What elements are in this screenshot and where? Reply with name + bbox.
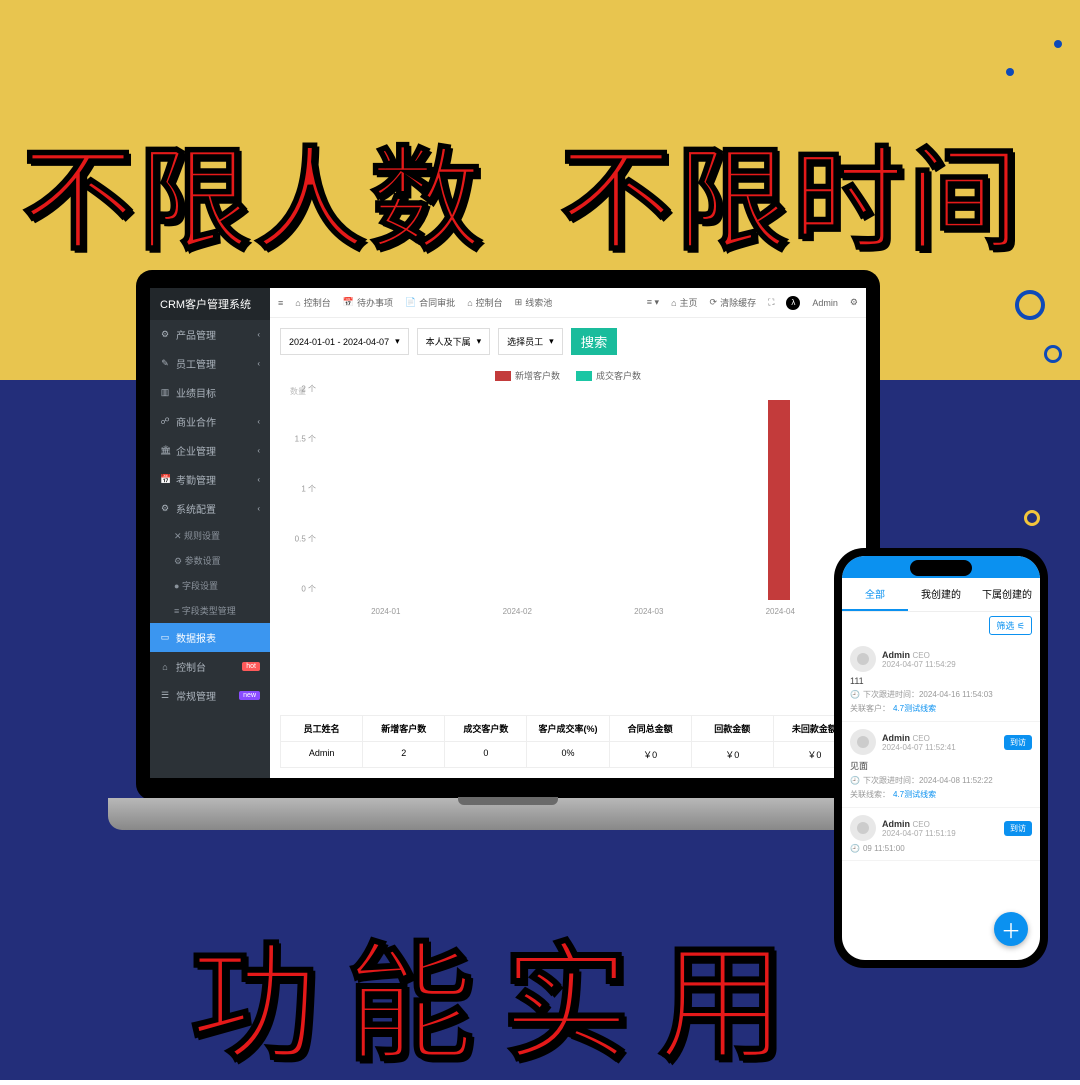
sidebar-item[interactable]: ✎员工管理‹ (150, 349, 270, 378)
deco-circle (1044, 345, 1062, 363)
topbar-item[interactable]: ⌂主页 (671, 296, 697, 309)
sidebar-subitem[interactable]: ⚙ 参数设置 (150, 548, 270, 573)
crm-title: CRM客户管理系统 (150, 288, 270, 320)
sidebar-subitem[interactable]: ● 字段设置 (150, 573, 270, 598)
topbar-item[interactable]: 📄合同审批 (405, 296, 455, 309)
deco-circle (1024, 510, 1040, 526)
sidebar-item[interactable]: ⚙产品管理‹ (150, 320, 270, 349)
badge: hot (242, 662, 260, 671)
menu-icon: 📅 (160, 474, 170, 485)
chevron-down-icon: ▾ (395, 336, 400, 347)
sidebar-item[interactable]: ⚙系统配置‹ (150, 494, 270, 523)
filter-button[interactable]: 筛选 ⚟ (989, 616, 1032, 635)
nav-icon: ⌂ (467, 298, 472, 308)
report-icon: ▭ (160, 632, 170, 643)
mobile-tab[interactable]: 全部 (842, 578, 908, 611)
sidebar-subitem[interactable]: ≡ 字段类型管理 (150, 598, 270, 623)
sidebar-item[interactable]: 🏛企业管理‹ (150, 436, 270, 465)
topbar-item[interactable]: ⌂控制台 (295, 296, 330, 309)
chevron-down-icon: ▾ (549, 336, 554, 347)
followup-card[interactable]: Admin CEO 2024-04-07 11:52:41 到访 见面 🕘下次跟… (842, 722, 1040, 808)
topbar-item[interactable]: ⊞线索池 (515, 296, 553, 309)
sidebar-item-report[interactable]: ▭ 数据报表 (150, 623, 270, 652)
settings-icon[interactable]: ⚙ (850, 297, 858, 308)
date-range-select[interactable]: 2024-01-01 - 2024-04-07▾ (280, 328, 409, 355)
chevron-icon: ‹ (257, 359, 260, 368)
tag-badge: 到访 (1004, 735, 1032, 750)
menu-icon: ✎ (160, 358, 170, 369)
related-link[interactable]: 4.7测试线索 (893, 703, 936, 714)
sidebar-item[interactable]: ☰常规管理new (150, 681, 270, 710)
avatar-icon (850, 815, 876, 841)
chevron-icon: ‹ (257, 330, 260, 339)
avatar-icon (850, 729, 876, 755)
chevron-icon: ‹ (257, 504, 260, 513)
avatar[interactable]: λ (786, 296, 800, 310)
nav-icon: ⌂ (295, 298, 300, 308)
deco-circle (1015, 290, 1045, 320)
menu-icon: ⚙ (160, 329, 170, 340)
laptop-mockup: CRM客户管理系统 ⚙产品管理‹✎员工管理‹▥业绩目标☍商业合作‹🏛企业管理‹📅… (108, 270, 908, 880)
expand-icon[interactable]: ⛶ (768, 297, 774, 308)
sidebar-item[interactable]: ⌂控制台hot (150, 652, 270, 681)
chevron-icon: ‹ (257, 475, 260, 484)
list-icon[interactable]: ≡ ▾ (647, 297, 659, 308)
tag-badge: 到访 (1004, 821, 1032, 836)
search-button[interactable]: 搜索 (571, 328, 618, 355)
nav-icon: ⟳ (710, 297, 718, 308)
followup-card[interactable]: Admin CEO 2024-04-07 11:54:29 电话 111 🕘下次… (842, 639, 1040, 722)
clock-icon: 🕘 (850, 844, 860, 853)
clock-icon: 🕘 (850, 690, 860, 699)
fab-add[interactable]: ＋ (994, 912, 1028, 946)
badge: new (239, 691, 260, 700)
chart-bar (768, 400, 790, 600)
avatar-icon (850, 646, 876, 672)
crm-sidebar: CRM客户管理系统 ⚙产品管理‹✎员工管理‹▥业绩目标☍商业合作‹🏛企业管理‹📅… (150, 288, 270, 778)
sidebar-subitem[interactable]: ✕ 规则设置 (150, 523, 270, 548)
chevron-icon: ‹ (257, 417, 260, 426)
topbar-item[interactable]: 📅待办事项 (343, 296, 393, 309)
deco-dot (1006, 68, 1014, 76)
menu-icon: 🏛 (160, 445, 170, 456)
nav-icon: 📄 (405, 297, 416, 308)
menu-icon: ⚙ (160, 503, 170, 514)
nav-icon: ⊞ (515, 297, 523, 308)
data-table: 员工姓名新增客户数成交客户数客户成交率(%)合同总金额回款金额未回款金额 Adm… (280, 715, 856, 768)
mobile-tab[interactable]: 下属创建的 (974, 578, 1040, 611)
sidebar-item[interactable]: 📅考勤管理‹ (150, 465, 270, 494)
headline-2: 功能实用 (190, 900, 814, 1085)
phone-mockup: 全部我创建的下属创建的 筛选 ⚟ Admin CEO 2024-04-07 11… (834, 548, 1048, 968)
menu-icon: ▥ (160, 387, 170, 398)
nav-icon: ⌂ (671, 298, 676, 308)
bar-chart: 数量 0 个0.5 个1 个1.5 个2 个 2024-012024-02202… (270, 386, 866, 685)
chart-legend: 新增客户数 成交客户数 (270, 365, 866, 386)
headline-1b: 不限时间 (560, 110, 1024, 272)
sidebar-item[interactable]: ▥业绩目标 (150, 378, 270, 407)
chevron-down-icon: ▾ (477, 336, 482, 347)
deco-dot (1054, 40, 1062, 48)
topbar-item[interactable]: ⟳清除缓存 (710, 296, 757, 309)
sidebar-item[interactable]: ☍商业合作‹ (150, 407, 270, 436)
menu-icon: ☍ (160, 416, 170, 427)
sidebar-item-label: 数据报表 (176, 630, 216, 645)
topbar-item[interactable]: ⌂控制台 (467, 296, 502, 309)
mobile-tab[interactable]: 我创建的 (908, 578, 974, 611)
chevron-icon: ‹ (257, 446, 260, 455)
headline-1a: 不限人数 (22, 110, 486, 272)
user-name: Admin (812, 298, 838, 308)
followup-card[interactable]: Admin CEO 2024-04-07 11:51:19 到访 🕘09 11:… (842, 808, 1040, 861)
employee-select[interactable]: 选择员工▾ (498, 328, 563, 355)
nav-icon: 📅 (343, 297, 354, 308)
crm-topbar: ≡ ⌂控制台📅待办事项📄合同审批⌂控制台⊞线索池 ≡ ▾ ⌂主页⟳清除缓存 ⛶ … (270, 288, 866, 318)
scope-select[interactable]: 本人及下属▾ (417, 328, 491, 355)
related-link[interactable]: 4.7测试线索 (893, 789, 936, 800)
menu-icon[interactable]: ≡ (278, 298, 283, 308)
clock-icon: 🕘 (850, 776, 860, 785)
